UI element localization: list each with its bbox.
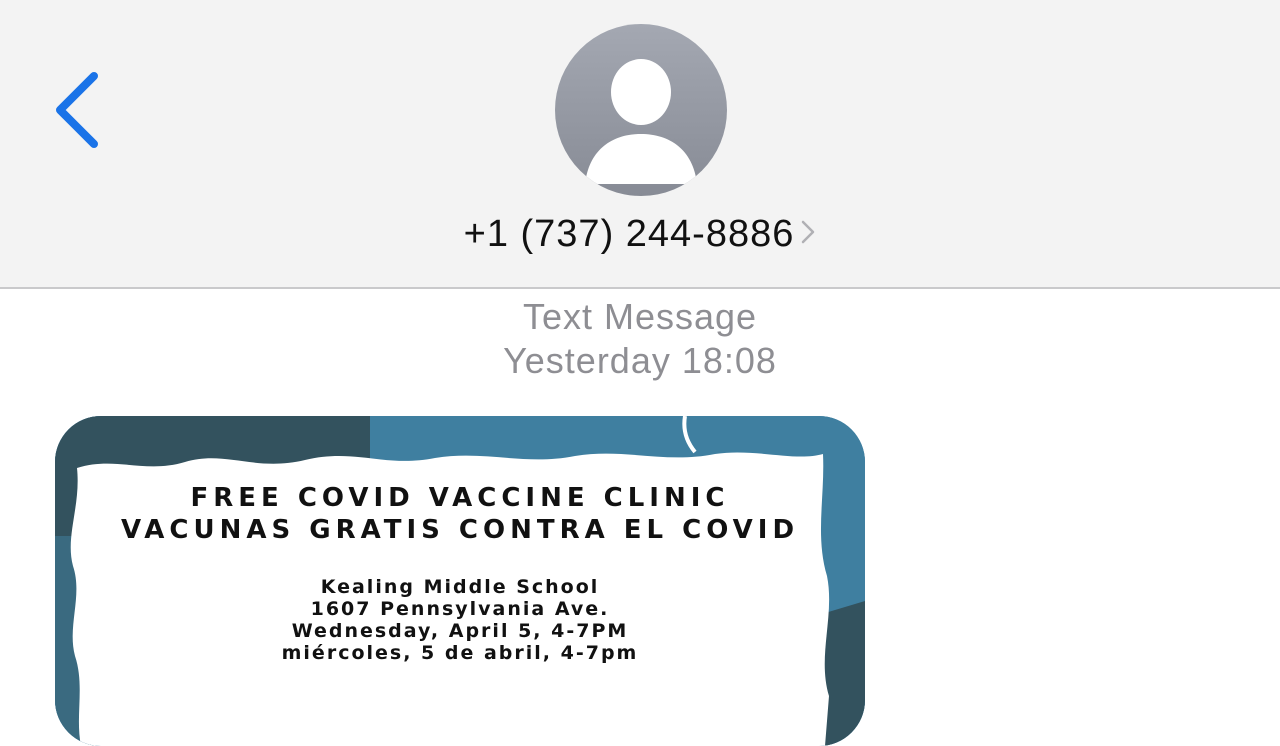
- flyer-location: Kealing Middle School: [320, 576, 600, 598]
- image-message-bubble[interactable]: FREE COVID VACCINE CLINIC VACUNAS GRATIS…: [55, 416, 865, 746]
- flyer-date-es: miércoles, 5 de abril, 4-7pm: [281, 642, 639, 664]
- flyer-headline-es: VACUNAS GRATIS CONTRA EL COVID: [120, 515, 800, 545]
- flyer-headline: FREE COVID VACCINE CLINIC VACUNAS GRATIS…: [55, 482, 865, 546]
- contact-name-button[interactable]: +1 (737) 244-8886: [0, 208, 1280, 260]
- message-timestamp: Yesterday 18:08: [503, 340, 777, 381]
- flyer-date-en: Wednesday, April 5, 4-7PM: [291, 620, 629, 642]
- person-placeholder-icon: [555, 24, 727, 196]
- message-kind-label: Text Message: [522, 296, 758, 337]
- chevron-left-icon: [56, 72, 98, 148]
- flyer-headline-en: FREE COVID VACCINE CLINIC: [190, 483, 730, 513]
- chevron-right-icon: [800, 207, 816, 259]
- flyer-address: 1607 Pennsylvania Ave.: [310, 598, 610, 620]
- conversation-header: +1 (737) 244-8886: [0, 0, 1280, 289]
- contact-avatar[interactable]: [555, 24, 727, 196]
- back-button[interactable]: [40, 60, 120, 160]
- flyer-details: Kealing Middle School 1607 Pennsylvania …: [55, 576, 865, 664]
- contact-number: +1 (737) 244-8886: [463, 213, 795, 255]
